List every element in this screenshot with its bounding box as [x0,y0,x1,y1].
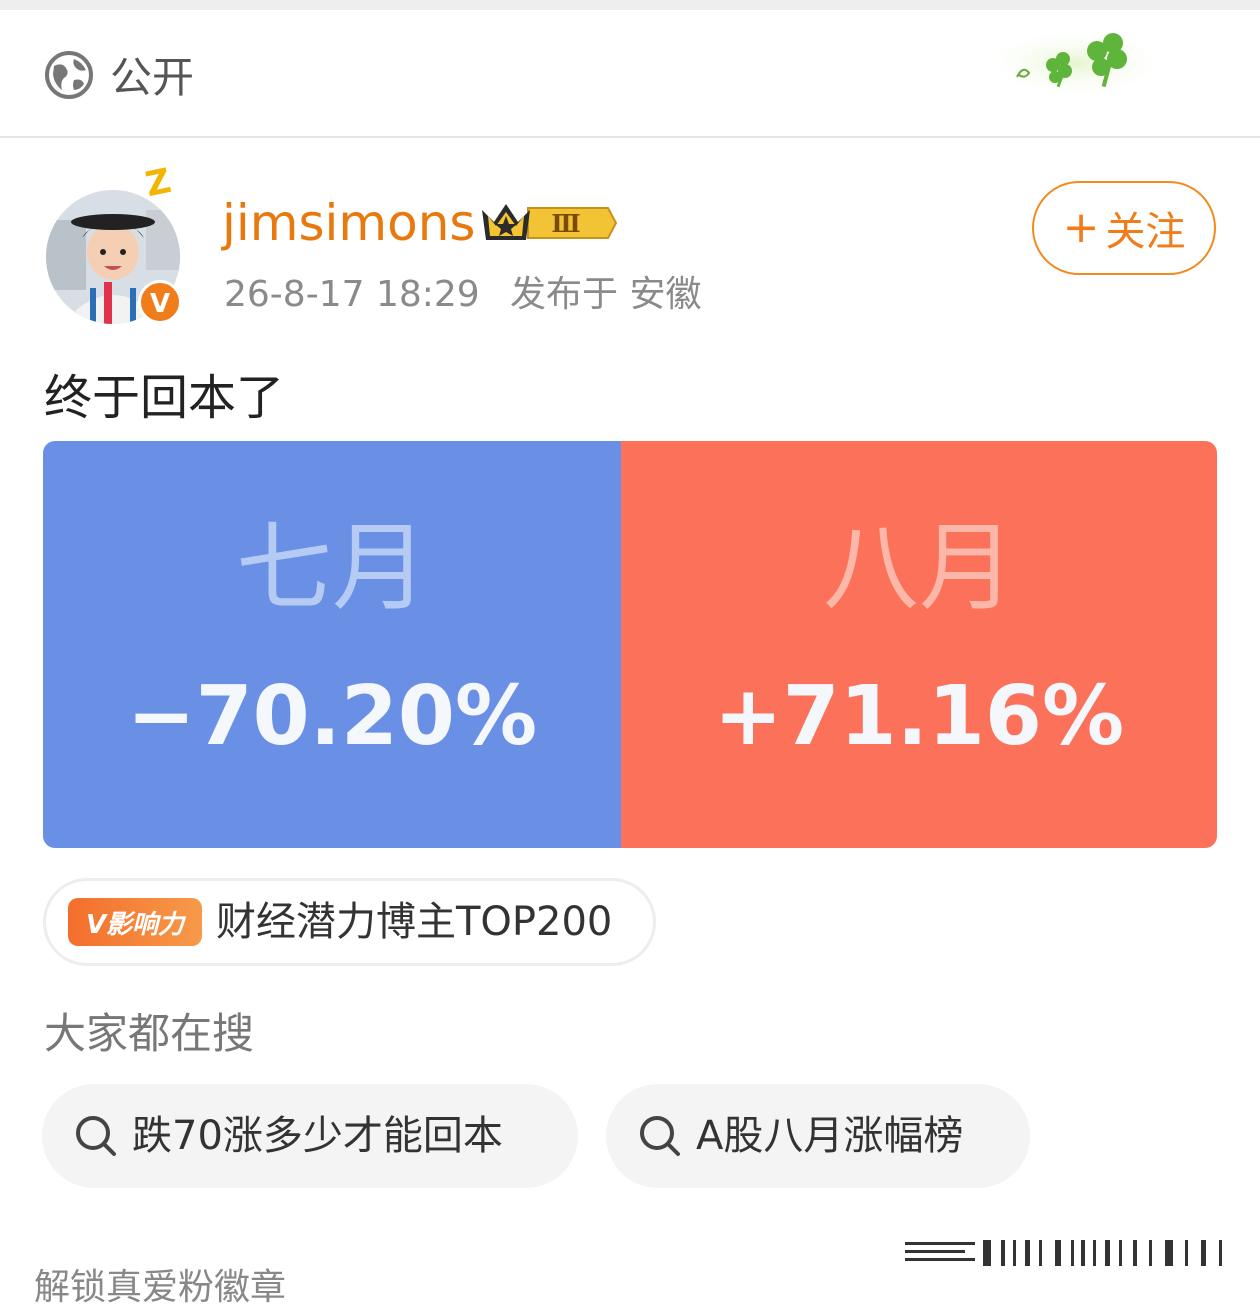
july-label: 七月 [236,512,428,624]
visibility-label: 公开 [110,53,195,102]
author-name[interactable]: jimsimons [222,193,475,253]
author-avatar[interactable]: Z V [46,160,186,324]
search-chip-label: 跌70涨多少才能回本 [132,1113,503,1159]
sleep-z-icon: Z [142,160,175,206]
post-text: 终于回本了 [44,370,285,426]
search-heading: 大家都在搜 [44,1009,255,1058]
influence-tag: V影响力 [68,898,202,946]
search-chip-label: A股八月涨幅榜 [696,1113,964,1159]
august-label: 八月 [823,512,1015,624]
clover-decoration-icon [979,27,1170,99]
top-strip [0,0,1260,10]
search-icon [640,1116,680,1156]
post-location: 发布于 安徽 [510,274,702,315]
visibility-bar: 公开 [0,10,1260,138]
fan-badge-heading: 解锁真爱粉徽章 [34,1267,287,1308]
post-time: 26-8-17 18:29 [224,274,480,315]
july-percent: −70.20% [126,669,538,764]
search-icon [76,1116,116,1156]
follow-button[interactable]: + 关注 [1032,181,1216,275]
barcode-decoration-icon [905,1240,1222,1266]
post-image[interactable]: 七月 −70.20% 八月 +71.16% [43,441,1217,848]
influence-pill[interactable]: V影响力 财经潜力博主TOP200 [43,878,656,966]
august-percent: +71.16% [713,669,1125,764]
follow-label: 关注 [1105,209,1186,255]
rank-badge-text: Ⅲ [551,209,580,238]
influence-text: 财经潜力博主TOP200 [216,899,613,945]
plus-icon: + [1062,202,1100,253]
crown-rank-badge-icon: Ⅲ [482,204,618,240]
august-panel: 八月 +71.16% [621,441,1217,848]
search-chip[interactable]: 跌70涨多少才能回本 [42,1084,578,1188]
globe-icon [45,51,93,99]
july-panel: 七月 −70.20% [43,441,621,848]
verified-badge: V [138,280,182,324]
search-chip[interactable]: A股八月涨幅榜 [606,1084,1030,1188]
